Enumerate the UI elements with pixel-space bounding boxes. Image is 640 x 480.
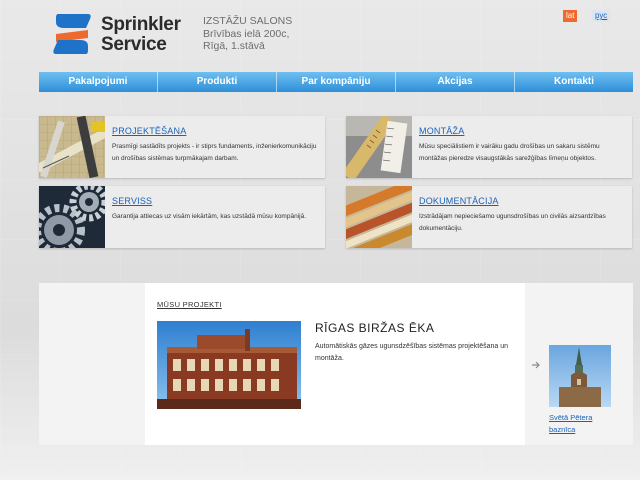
service-tile-design[interactable]: PROJEKTĒŠANA Prasmīgi sastādīts projekts… — [39, 116, 325, 178]
logo-mark-icon — [53, 14, 91, 54]
stock-exchange-building-photo[interactable] — [157, 321, 301, 409]
document-folders-icon — [346, 186, 412, 248]
st-peters-church-thumbnail[interactable] — [549, 345, 611, 407]
main-navigation: Pakalpojumi Produkti Par kompāniju Akcij… — [39, 72, 633, 92]
service-title-installation[interactable]: MONTĀŽA — [419, 126, 464, 136]
service-text-installation: Mūsu speciālistiem ir vairāku gadu drošī… — [419, 143, 600, 162]
service-title-maintenance[interactable]: SERVISS — [112, 196, 152, 206]
featured-project-title: RĪGAS BIRŽAS ĒKA — [315, 321, 435, 335]
service-text-maintenance: Garantija attiecas uz visām iekārtām, ka… — [112, 213, 307, 220]
nav-item-services[interactable]: Pakalpojumi — [39, 72, 158, 92]
next-project-caption-line2[interactable]: baznīca — [549, 424, 619, 436]
logo-text-line2: Service — [101, 34, 167, 55]
language-latvian[interactable]: lat — [563, 10, 578, 22]
nav-item-products[interactable]: Produkti — [158, 72, 277, 92]
projects-section: MŪSU PROJEKTI RĪGAS BIRŽAS ĒKA Automātis… — [39, 283, 633, 445]
next-project-caption[interactable]: Svētā Pētera baznīca — [549, 412, 619, 436]
next-project-caption-line1[interactable]: Svētā Pētera — [549, 412, 619, 424]
service-tile-installation[interactable]: MONTĀŽA Mūsu speciālistiem ir vairāku ga… — [346, 116, 632, 178]
nav-item-about[interactable]: Par kompāniju — [277, 72, 396, 92]
service-text-design: Prasmīgi sastādīts projekts - ir stiprs … — [112, 143, 317, 162]
nav-item-promotions[interactable]: Akcijas — [396, 72, 515, 92]
service-tile-documentation[interactable]: DOKUMENTĀCIJA Izstrādājam nepieciešamo u… — [346, 186, 632, 248]
showroom-address: IZSTĀŽU SALONS Brīvības ielā 200c, Rīgā,… — [203, 15, 292, 53]
address-city: Rīgā, 1.stāvā — [203, 40, 265, 52]
service-title-design[interactable]: PROJEKTĒŠANA — [112, 126, 186, 136]
logo-text-line1: Sprinkler — [101, 14, 181, 35]
blueprint-tools-icon — [39, 116, 105, 178]
service-text-documentation: Izstrādājam nepieciešamo ugunsdrošības u… — [419, 213, 606, 232]
service-title-documentation[interactable]: DOKUMENTĀCIJA — [419, 196, 499, 206]
measuring-tools-icon — [346, 116, 412, 178]
service-tile-maintenance[interactable]: SERVISS Garantija attiecas uz visām iekā… — [39, 186, 325, 248]
featured-project-panel: MŪSU PROJEKTI RĪGAS BIRŽAS ĒKA Automātis… — [145, 283, 525, 445]
sprinkler-service-logo[interactable]: Sprinkler Service — [52, 12, 182, 58]
address-heading: IZSTĀŽU SALONS — [203, 15, 293, 27]
gears-icon — [39, 186, 105, 248]
featured-project-description: Automātiskās gāzes ugunsdzēšības sistēma… — [315, 343, 508, 362]
language-russian[interactable]: рус — [592, 10, 611, 22]
nav-item-contacts[interactable]: Kontakti — [515, 72, 633, 92]
projects-heading-link[interactable]: MŪSU PROJEKTI — [157, 300, 222, 309]
address-street: Brīvības ielā 200c, — [203, 27, 290, 40]
arrow-right-icon[interactable] — [531, 360, 541, 370]
